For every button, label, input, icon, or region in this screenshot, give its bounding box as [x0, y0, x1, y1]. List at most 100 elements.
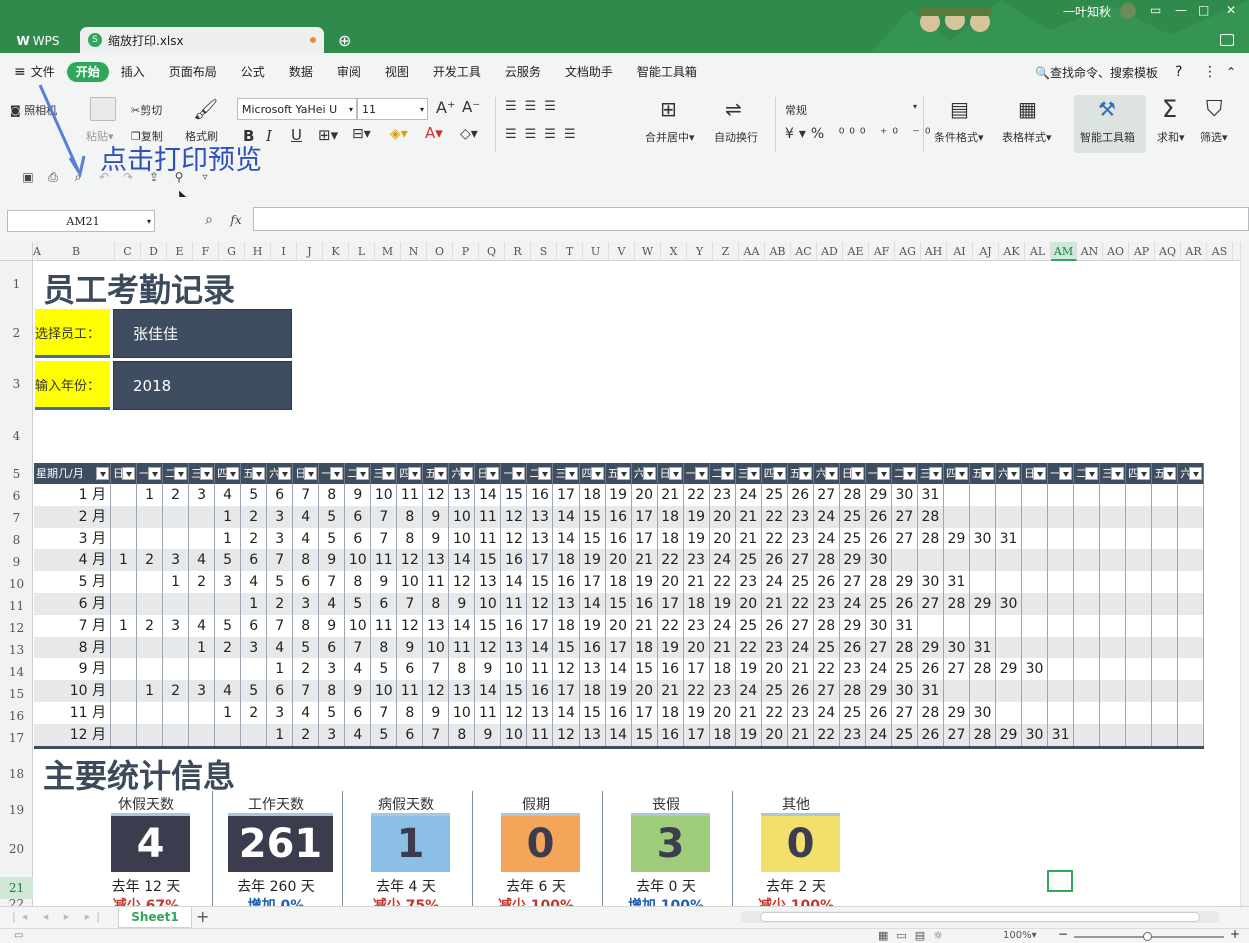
row-header-cell[interactable]: 5	[0, 463, 33, 485]
day-cell[interactable]	[1100, 571, 1127, 594]
day-cell[interactable]: 14	[475, 680, 502, 703]
day-cell[interactable]: 8	[319, 680, 346, 703]
column-header-cell[interactable]: F	[193, 242, 219, 261]
day-cell[interactable]: 2	[163, 680, 190, 703]
column-header-cell[interactable]: U	[583, 242, 609, 261]
menu-doc-assistant[interactable]: 文档助手	[553, 62, 625, 82]
day-cell[interactable]: 22	[736, 636, 762, 659]
day-cell[interactable]: 21	[632, 614, 658, 637]
day-cell[interactable]	[1048, 702, 1075, 724]
day-cell[interactable]	[1074, 658, 1101, 681]
filter-dropdown-icon[interactable]	[590, 467, 604, 480]
day-cell[interactable]: 31	[918, 680, 944, 703]
day-cell[interactable]: 16	[658, 658, 684, 681]
day-cell[interactable]: 21	[710, 636, 736, 659]
column-header-cell[interactable]: AG	[895, 242, 921, 261]
day-cell[interactable]	[1152, 593, 1179, 615]
column-header-cell[interactable]: D	[141, 242, 167, 261]
day-cell[interactable]: 22	[658, 614, 684, 637]
day-cell[interactable]: 16	[527, 680, 554, 703]
day-cell[interactable]: 13	[423, 549, 450, 572]
day-cell[interactable]: 24	[710, 614, 736, 637]
menu-data[interactable]: 数据	[277, 62, 325, 82]
day-cell[interactable]: 25	[866, 593, 892, 615]
day-cell[interactable]: 19	[580, 549, 606, 572]
day-cell[interactable]	[189, 505, 216, 528]
column-header-cell[interactable]: Z	[713, 242, 739, 261]
day-cell[interactable]: 4	[267, 636, 294, 659]
font-color-icon[interactable]: A▾	[425, 124, 443, 142]
day-cell[interactable]: 7	[371, 527, 398, 550]
day-cell[interactable]: 22	[684, 484, 710, 506]
day-cell[interactable]: 15	[632, 658, 658, 681]
day-cell[interactable]	[1100, 614, 1127, 637]
day-cell[interactable]	[1048, 614, 1075, 637]
day-cell[interactable]	[163, 527, 190, 550]
day-cell[interactable]	[944, 505, 970, 528]
weekday-header[interactable]: 四	[580, 463, 606, 484]
sheet-nav-icons[interactable]: |◂ ◂ ▸ ▸|	[12, 910, 106, 923]
day-cell[interactable]: 28	[918, 505, 944, 528]
column-header-cell[interactable]: G	[219, 242, 245, 261]
day-cell[interactable]: 17	[632, 702, 658, 724]
day-cell[interactable]	[1126, 527, 1153, 550]
day-cell[interactable]: 16	[606, 702, 632, 724]
day-cell[interactable]: 7	[397, 593, 424, 615]
day-cell[interactable]: 27	[892, 505, 918, 528]
day-cell[interactable]	[163, 505, 190, 528]
day-cell[interactable]	[944, 484, 970, 506]
day-cell[interactable]	[1178, 702, 1205, 724]
weekday-header[interactable]: 五	[241, 463, 268, 484]
day-cell[interactable]: 20	[710, 505, 736, 528]
weekday-header[interactable]: 六	[814, 463, 840, 484]
weekday-header[interactable]: 一	[684, 463, 710, 484]
column-header-cell[interactable]: AI	[947, 242, 973, 261]
weekday-header[interactable]: 六	[632, 463, 658, 484]
month-label[interactable]: 6 月	[34, 593, 111, 615]
day-cell[interactable]: 5	[319, 505, 346, 528]
day-cell[interactable]	[1126, 571, 1153, 594]
filter-dropdown-icon[interactable]	[668, 467, 682, 480]
day-cell[interactable]	[1126, 593, 1153, 615]
day-cell[interactable]	[137, 636, 164, 659]
month-label[interactable]: 9 月	[34, 658, 111, 681]
day-cell[interactable]: 17	[632, 527, 658, 550]
menu-home[interactable]: 开始	[66, 62, 109, 82]
column-header-cell[interactable]: AB	[765, 242, 791, 261]
maximize-icon[interactable]: □	[1198, 3, 1209, 17]
sidebar-toggle-icon[interactable]	[1220, 34, 1234, 46]
filter-dropdown-icon[interactable]	[850, 467, 864, 480]
day-cell[interactable]: 5	[241, 680, 268, 703]
day-cell[interactable]: 21	[632, 549, 658, 572]
menu-review[interactable]: 审阅	[325, 62, 373, 82]
column-header-cell[interactable]: AF	[869, 242, 895, 261]
filter-dropdown-icon[interactable]	[304, 467, 318, 480]
zoom-level[interactable]: 100%▾	[1003, 930, 1037, 941]
filter-dropdown-icon[interactable]	[356, 467, 370, 480]
day-cell[interactable]: 24	[814, 527, 840, 550]
font-size-select[interactable]: 11 ▾	[357, 98, 428, 120]
day-cell[interactable]: 3	[163, 549, 190, 572]
day-cell[interactable]: 15	[501, 484, 528, 506]
filter-dropdown-icon[interactable]	[538, 467, 552, 480]
filter-dropdown-icon[interactable]	[252, 467, 266, 480]
day-cell[interactable]: 23	[684, 549, 710, 572]
filter-dropdown-icon[interactable]	[902, 467, 916, 480]
day-cell[interactable]: 18	[554, 549, 580, 572]
day-cell[interactable]: 25	[762, 680, 788, 703]
filter-dropdown-icon[interactable]	[408, 467, 422, 480]
selected-cell[interactable]	[1047, 870, 1073, 892]
tab-wps-home[interactable]: W WPS	[4, 29, 72, 53]
day-cell[interactable]: 9	[423, 505, 450, 528]
weekday-header[interactable]: 日	[111, 463, 138, 484]
day-cell[interactable]: 1	[189, 636, 216, 659]
day-cell[interactable]: 5	[319, 527, 346, 550]
filter-button[interactable]: 筛选▾	[1200, 129, 1228, 145]
column-header-cell[interactable]: AS	[1207, 242, 1233, 261]
day-cell[interactable]: 15	[580, 702, 606, 724]
day-cell[interactable]: 20	[632, 680, 658, 703]
weekday-header[interactable]: 一	[501, 463, 528, 484]
cell-style-icon[interactable]: ⊟▾	[352, 126, 371, 142]
day-cell[interactable]	[1074, 484, 1101, 506]
column-header-cell[interactable]: AO	[1103, 242, 1129, 261]
